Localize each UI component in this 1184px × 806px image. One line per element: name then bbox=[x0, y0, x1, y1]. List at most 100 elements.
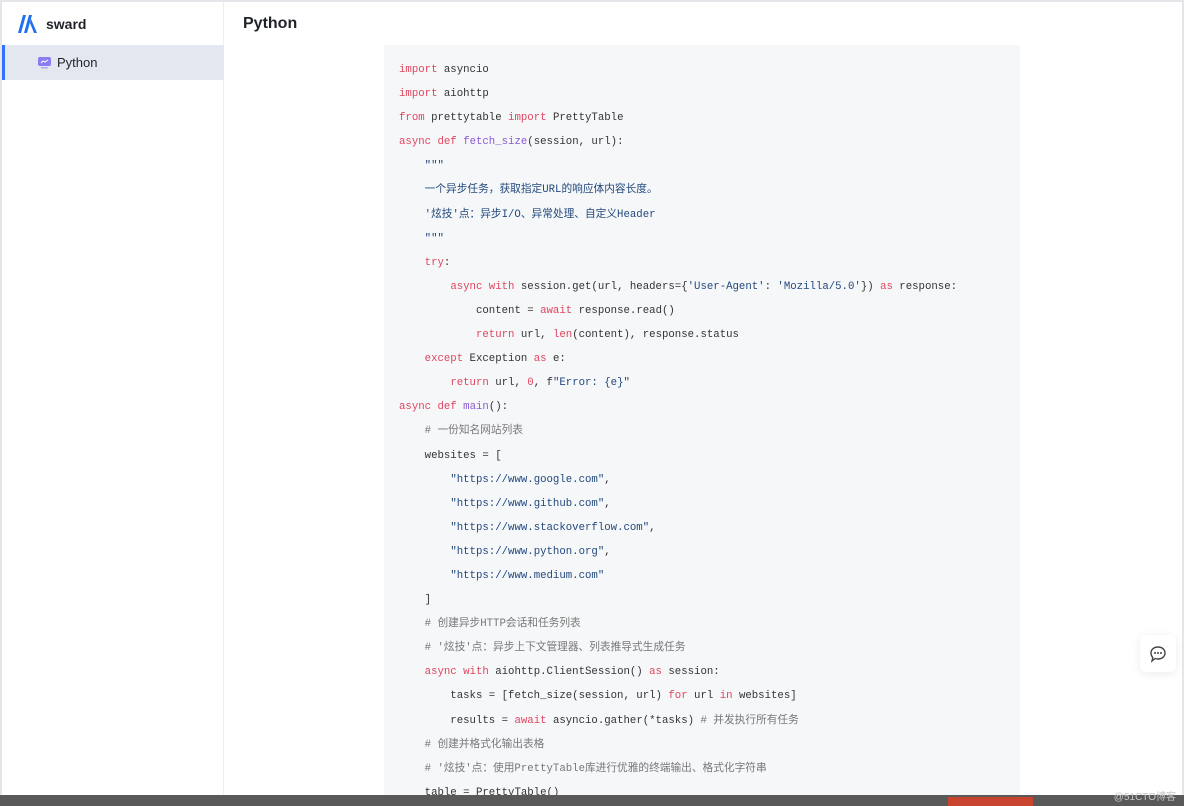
code-line: from prettytable import PrettyTable bbox=[399, 106, 1020, 130]
code-token: "https://www.python.org" bbox=[450, 545, 605, 558]
code-token: for bbox=[668, 690, 688, 703]
code-token: import bbox=[399, 88, 438, 101]
code-token: prettytable bbox=[424, 112, 509, 125]
code-token: Exception bbox=[463, 353, 534, 366]
code-line: "https://www.github.com", bbox=[399, 492, 1020, 516]
code-token: response: bbox=[892, 280, 958, 293]
code-token: # 创建并格式化输出表格 bbox=[399, 738, 545, 751]
code-token: aiohttp bbox=[437, 88, 489, 101]
code-token: table = PrettyTable() bbox=[399, 786, 560, 795]
code-line: "https://www.python.org", bbox=[399, 540, 1020, 564]
code-line: "https://www.google.com", bbox=[399, 468, 1020, 492]
code-token: # 并发执行所有任务 bbox=[700, 714, 799, 727]
code-token: """ bbox=[399, 160, 444, 173]
chat-button[interactable] bbox=[1140, 635, 1176, 672]
code-token: """ bbox=[399, 232, 444, 245]
code-token: , bbox=[604, 497, 611, 510]
code-line: """ bbox=[399, 227, 1020, 251]
code-line: websites = [ bbox=[399, 444, 1020, 468]
code-token: # '炫技'点：异步上下文管理器、列表推导式生成任务 bbox=[399, 642, 686, 655]
code-token: except bbox=[424, 353, 464, 366]
code-token: as bbox=[880, 280, 893, 293]
code-token: from bbox=[399, 112, 425, 125]
code-line: content = await response.read() bbox=[399, 299, 1020, 323]
code-token: asyncio bbox=[437, 64, 489, 76]
code-line: # 创建异步HTTP会话和任务列表 bbox=[399, 612, 1020, 636]
watermark: @51CTO博客 bbox=[1113, 792, 1176, 803]
code-token: session.get(url, headers={ bbox=[514, 280, 688, 293]
code-token: return bbox=[450, 377, 489, 390]
code-line: return url, 0, f"Error: {e}" bbox=[399, 371, 1020, 395]
code-token: , bbox=[604, 545, 611, 558]
code-line: """ bbox=[399, 154, 1020, 178]
code-token: , f bbox=[533, 377, 553, 390]
code-line: # '炫技'点：异步上下文管理器、列表推导式生成任务 bbox=[399, 636, 1020, 660]
sidebar-item-python[interactable]: Python bbox=[2, 45, 224, 80]
code-token: ] bbox=[399, 594, 432, 607]
code-token: 'Mozilla/5.0' bbox=[777, 280, 861, 293]
code-line: # '炫技'点：使用PrettyTable库进行优雅的终端输出、格式化字符串 bbox=[399, 757, 1020, 781]
code-token: "https://www.medium.com" bbox=[450, 569, 605, 582]
code-token: url, bbox=[488, 377, 528, 390]
code-line: # 一份知名网站列表 bbox=[399, 419, 1020, 443]
code-line: # 创建并格式化输出表格 bbox=[399, 733, 1020, 757]
code-token: url bbox=[687, 690, 720, 703]
app-window: sward Python Python import asyncio import… bbox=[0, 0, 1184, 797]
code-token: as bbox=[533, 353, 547, 366]
bottom-strip bbox=[0, 795, 1184, 806]
code-block: import asyncio import aiohttp from prettyt… bbox=[384, 45, 1020, 795]
code-token: async def bbox=[399, 136, 457, 149]
code-line: import asyncio bbox=[399, 58, 1020, 82]
code-token: aiohttp.ClientSession() bbox=[488, 666, 650, 679]
code-line: '炫技'点：异步I/O、异常处理、自定义Header bbox=[399, 203, 1020, 227]
code-token: PrettyTable bbox=[546, 112, 624, 125]
code-token: , bbox=[604, 473, 611, 486]
code-token: async with bbox=[424, 666, 489, 679]
code-token: tasks = [fetch_size(session, url) bbox=[399, 690, 669, 703]
code-line: tasks = [fetch_size(session, url) for ur… bbox=[399, 684, 1020, 708]
sward-logo-icon bbox=[18, 15, 37, 33]
code-token: # 创建异步HTTP会话和任务列表 bbox=[399, 618, 581, 631]
code-token: websites = [ bbox=[399, 449, 502, 462]
code-line: async with aiohttp.ClientSession() as se… bbox=[399, 660, 1020, 684]
code-token: in bbox=[719, 690, 733, 703]
code-line: async def main(): bbox=[399, 395, 1020, 419]
code-token: return bbox=[475, 329, 515, 342]
code-token: : bbox=[764, 280, 778, 293]
code-line: table = PrettyTable() bbox=[399, 781, 1020, 795]
code-token: session: bbox=[661, 666, 720, 679]
code-token: asyncio.gather(*tasks) bbox=[546, 714, 701, 727]
sidebar: sward Python bbox=[2, 2, 224, 797]
code-token: as bbox=[649, 666, 662, 679]
code-line: try: bbox=[399, 251, 1020, 275]
code-token: len bbox=[552, 329, 573, 342]
code-token: : bbox=[443, 256, 451, 269]
code-token: (): bbox=[488, 401, 509, 414]
code-line: async with session.get(url, headers={'Us… bbox=[399, 275, 1020, 299]
code-token: url, bbox=[514, 329, 553, 342]
page-title: Python bbox=[243, 14, 298, 32]
code-token: "https://www.google.com" bbox=[450, 473, 605, 486]
code-token: fetch_size bbox=[463, 136, 528, 149]
code-token: response.read() bbox=[572, 304, 675, 317]
bottom-red-block bbox=[948, 797, 1033, 806]
code-token: 'User-Agent' bbox=[687, 280, 765, 293]
app-logo[interactable]: sward bbox=[16, 14, 86, 34]
code-token: content = bbox=[399, 304, 541, 317]
code-token: await bbox=[514, 714, 547, 727]
code-token: "Error: {e}" bbox=[552, 377, 630, 390]
code-line: async def fetch_size(session, url): bbox=[399, 130, 1020, 154]
code-token: (session, url): bbox=[527, 136, 624, 149]
code-line: results = await asyncio.gather(*tasks) #… bbox=[399, 709, 1020, 733]
code-token: '炫技'点：异步I/O、异常处理、自定义Header bbox=[399, 208, 656, 221]
code-token: (content), response.status bbox=[572, 329, 739, 342]
code-token: await bbox=[540, 304, 573, 317]
code-line: "https://www.medium.com" bbox=[399, 564, 1020, 588]
